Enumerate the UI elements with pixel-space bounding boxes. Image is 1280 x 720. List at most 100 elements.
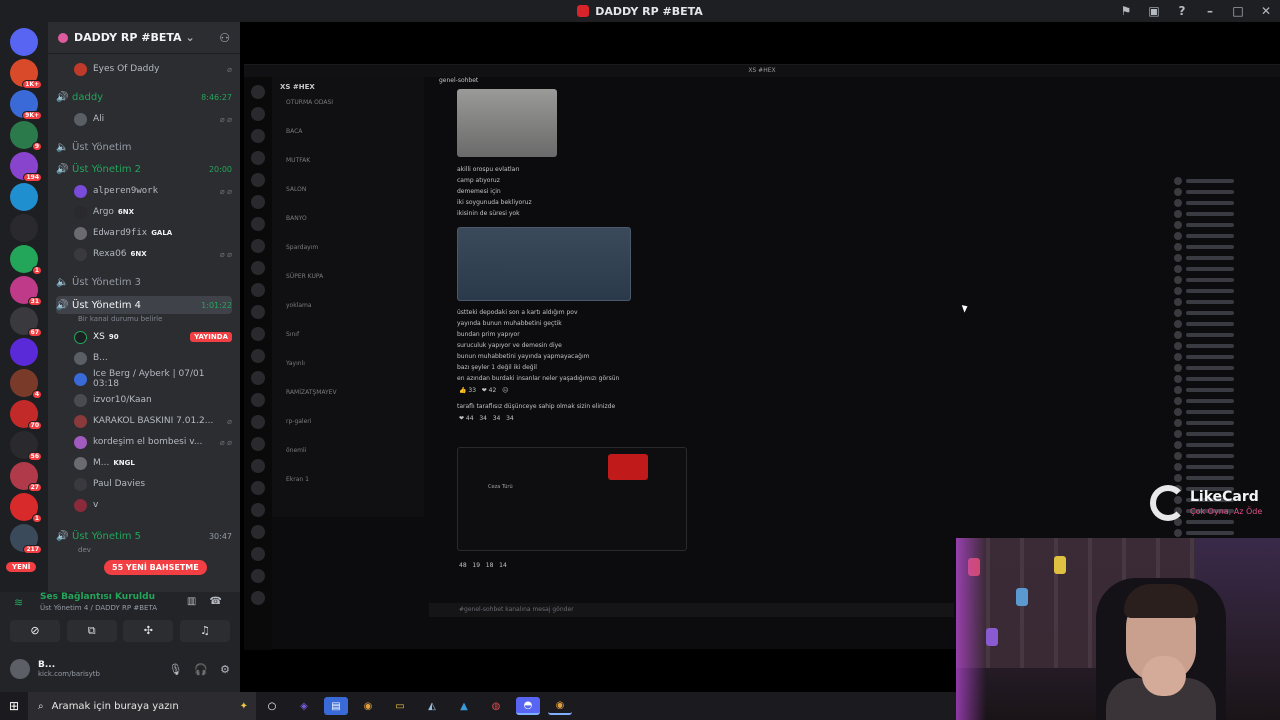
- server-icon[interactable]: 1: [10, 245, 42, 275]
- voice-user[interactable]: XS 90 YAYINDA: [74, 328, 232, 346]
- user-name: M...: [93, 458, 110, 468]
- streamed-server-icon: [251, 503, 265, 517]
- message: bunun muhabbetini yayında yapmayacağım: [457, 353, 590, 360]
- app-icon[interactable]: ▲: [452, 697, 476, 715]
- voice-channel-ust-yonetim-5[interactable]: 🔊 Üst Yönetim 5 30:47: [56, 527, 232, 545]
- streamed-server-icon: [251, 107, 265, 121]
- server-icon[interactable]: 1K+: [10, 59, 42, 89]
- voice-channel-ust-yonetim-3[interactable]: 🔈 Üst Yönetim 3: [56, 273, 232, 291]
- server-icon[interactable]: 217: [10, 524, 42, 554]
- avatar[interactable]: [10, 659, 30, 679]
- voice-user[interactable]: M... KNGL: [74, 454, 232, 472]
- embed-field: Ceza Türü: [488, 484, 513, 490]
- file-explorer-icon[interactable]: ▭: [388, 697, 412, 715]
- voice-user[interactable]: Argo 6NX: [74, 203, 232, 221]
- server-icon[interactable]: [10, 28, 38, 56]
- server-icon[interactable]: 70: [10, 400, 42, 430]
- microphone-icon[interactable]: 🎙: [168, 663, 182, 676]
- discord-icon[interactable]: ◓: [516, 697, 540, 715]
- streamed-channel: yoklama: [286, 302, 312, 309]
- unread-badge: 217: [23, 545, 42, 554]
- close-button[interactable]: ✕: [1252, 4, 1280, 18]
- chevron-down-icon: ⌄: [185, 31, 195, 44]
- server-icon[interactable]: 9K+: [10, 90, 42, 120]
- server-icon[interactable]: 1: [10, 493, 42, 523]
- soundboard-button[interactable]: ♫: [179, 620, 230, 642]
- steam-icon[interactable]: ◭: [420, 697, 444, 715]
- disconnect-icon[interactable]: ☎: [210, 596, 222, 607]
- voice-user[interactable]: izvor10/Kaan: [74, 391, 232, 409]
- user-name: Ali: [93, 114, 105, 124]
- message: iki soygunuda bekliyoruz: [457, 199, 532, 206]
- avatar: [74, 456, 87, 470]
- voice-channel-daddy[interactable]: 🔊 daddy 8:46:27: [56, 88, 232, 106]
- streamed-member: [1174, 441, 1274, 449]
- voice-user[interactable]: Ice Berg / Ayberk | 07/01 03:18: [74, 369, 232, 389]
- add-member-icon[interactable]: ⚇: [219, 31, 230, 45]
- voice-user[interactable]: Rexa06 6NX ⌀ ⌀: [74, 245, 232, 263]
- streamed-channel: OTURMA ODASI: [286, 99, 334, 106]
- voice-user[interactable]: Eyes Of Daddy ⌀: [74, 60, 232, 78]
- server-icon[interactable]: 56: [10, 431, 42, 461]
- camera-off-button[interactable]: ⊘: [10, 620, 60, 642]
- current-user-name: B...: [38, 660, 56, 670]
- server-icon[interactable]: [10, 338, 38, 366]
- voice-channel-ust-yonetim-4[interactable]: 🔊 Üst Yönetim 4 1:01:22: [56, 296, 232, 314]
- new-indicator[interactable]: YENİ: [6, 562, 37, 572]
- channel-timer: 30:47: [208, 531, 232, 541]
- server-icon[interactable]: 31: [10, 276, 42, 306]
- headphones-icon[interactable]: 🎧: [194, 663, 208, 676]
- streamed-server-icon: [251, 547, 265, 561]
- unread-badge: 70: [27, 421, 42, 430]
- server-icon[interactable]: 27: [10, 462, 42, 492]
- chrome-icon[interactable]: ◉: [356, 697, 380, 715]
- noise-suppression-icon[interactable]: ▥: [187, 596, 196, 607]
- voice-user[interactable]: Ali ⌀ ⌀: [74, 110, 232, 128]
- speaker-icon: 🔈: [56, 276, 69, 288]
- monitor-icon[interactable]: ▣: [1140, 4, 1168, 18]
- voice-user[interactable]: v: [74, 496, 232, 514]
- server-icon[interactable]: [10, 214, 38, 242]
- maximize-button[interactable]: □: [1224, 4, 1252, 18]
- server-icon[interactable]: 67: [10, 307, 42, 337]
- voice-channel-ust-yonetim-2[interactable]: 🔊 Üst Yönetim 2 20:00: [56, 160, 232, 178]
- voice-user[interactable]: Paul Davies: [74, 475, 232, 493]
- likecard-logo-icon: [1150, 485, 1186, 521]
- window-title: DADDY RP #BETA: [595, 4, 703, 18]
- streamed-server-icon: [251, 217, 265, 231]
- screen-share-button[interactable]: ⧉: [66, 620, 117, 642]
- app-icon[interactable]: ◍: [484, 697, 508, 715]
- streamed-server-icon: [251, 393, 265, 407]
- gear-icon[interactable]: ⚙: [220, 663, 230, 676]
- streamed-message-input: #genel-sohbet kanalına mesaj gönder: [429, 603, 954, 617]
- streamed-channel-list: XS #HEX OTURMA ODASI BACA MUTFAK SALON BANYO…: [272, 77, 424, 517]
- voice-user[interactable]: KARAKOL BASKINI 7.01.2... ⌀: [74, 412, 232, 430]
- server-icon[interactable]: 194: [10, 152, 42, 182]
- app-icon[interactable]: ◈: [292, 697, 316, 715]
- voice-channel-ust-yonetim[interactable]: 🔈 Üst Yönetim: [56, 138, 232, 156]
- windows-start-icon[interactable]: ⊞: [0, 699, 28, 713]
- voice-status[interactable]: Ses Bağlantısı Kuruldu: [40, 592, 155, 602]
- chrome-icon[interactable]: ◉: [548, 697, 572, 715]
- app-icon[interactable]: ▤: [324, 697, 348, 715]
- server-icon[interactable]: 4: [10, 369, 42, 399]
- voice-user[interactable]: alperen9work ⌀ ⌀: [74, 182, 232, 200]
- channel-status[interactable]: Bir kanal durumu belirle: [78, 315, 162, 323]
- task-view-icon[interactable]: ○: [260, 697, 284, 715]
- guild-header[interactable]: DADDY RP #BETA ⌄ ⚇: [48, 22, 240, 54]
- new-mentions-pill[interactable]: 55 YENİ BAHSETME: [104, 560, 207, 575]
- user-name: Argo: [93, 207, 114, 217]
- inbox-icon[interactable]: ⚑: [1112, 4, 1140, 18]
- server-icon[interactable]: [10, 183, 38, 211]
- streamed-channel: BACA: [286, 128, 303, 135]
- taskbar-search[interactable]: ⌕ Aramak için buraya yazın ✦: [28, 692, 256, 720]
- voice-user[interactable]: kordeşim el bombesi v... ⌀ ⌀: [74, 433, 232, 451]
- server-icon[interactable]: 9: [10, 121, 42, 151]
- streamed-server-icon: [251, 591, 265, 605]
- help-icon[interactable]: ?: [1168, 4, 1196, 18]
- voice-user[interactable]: B...: [74, 349, 232, 367]
- minimize-button[interactable]: –: [1196, 4, 1224, 18]
- streamed-member: [1174, 375, 1274, 383]
- voice-user[interactable]: Edward9fix GALA: [74, 224, 232, 242]
- activities-button[interactable]: ✣: [123, 620, 174, 642]
